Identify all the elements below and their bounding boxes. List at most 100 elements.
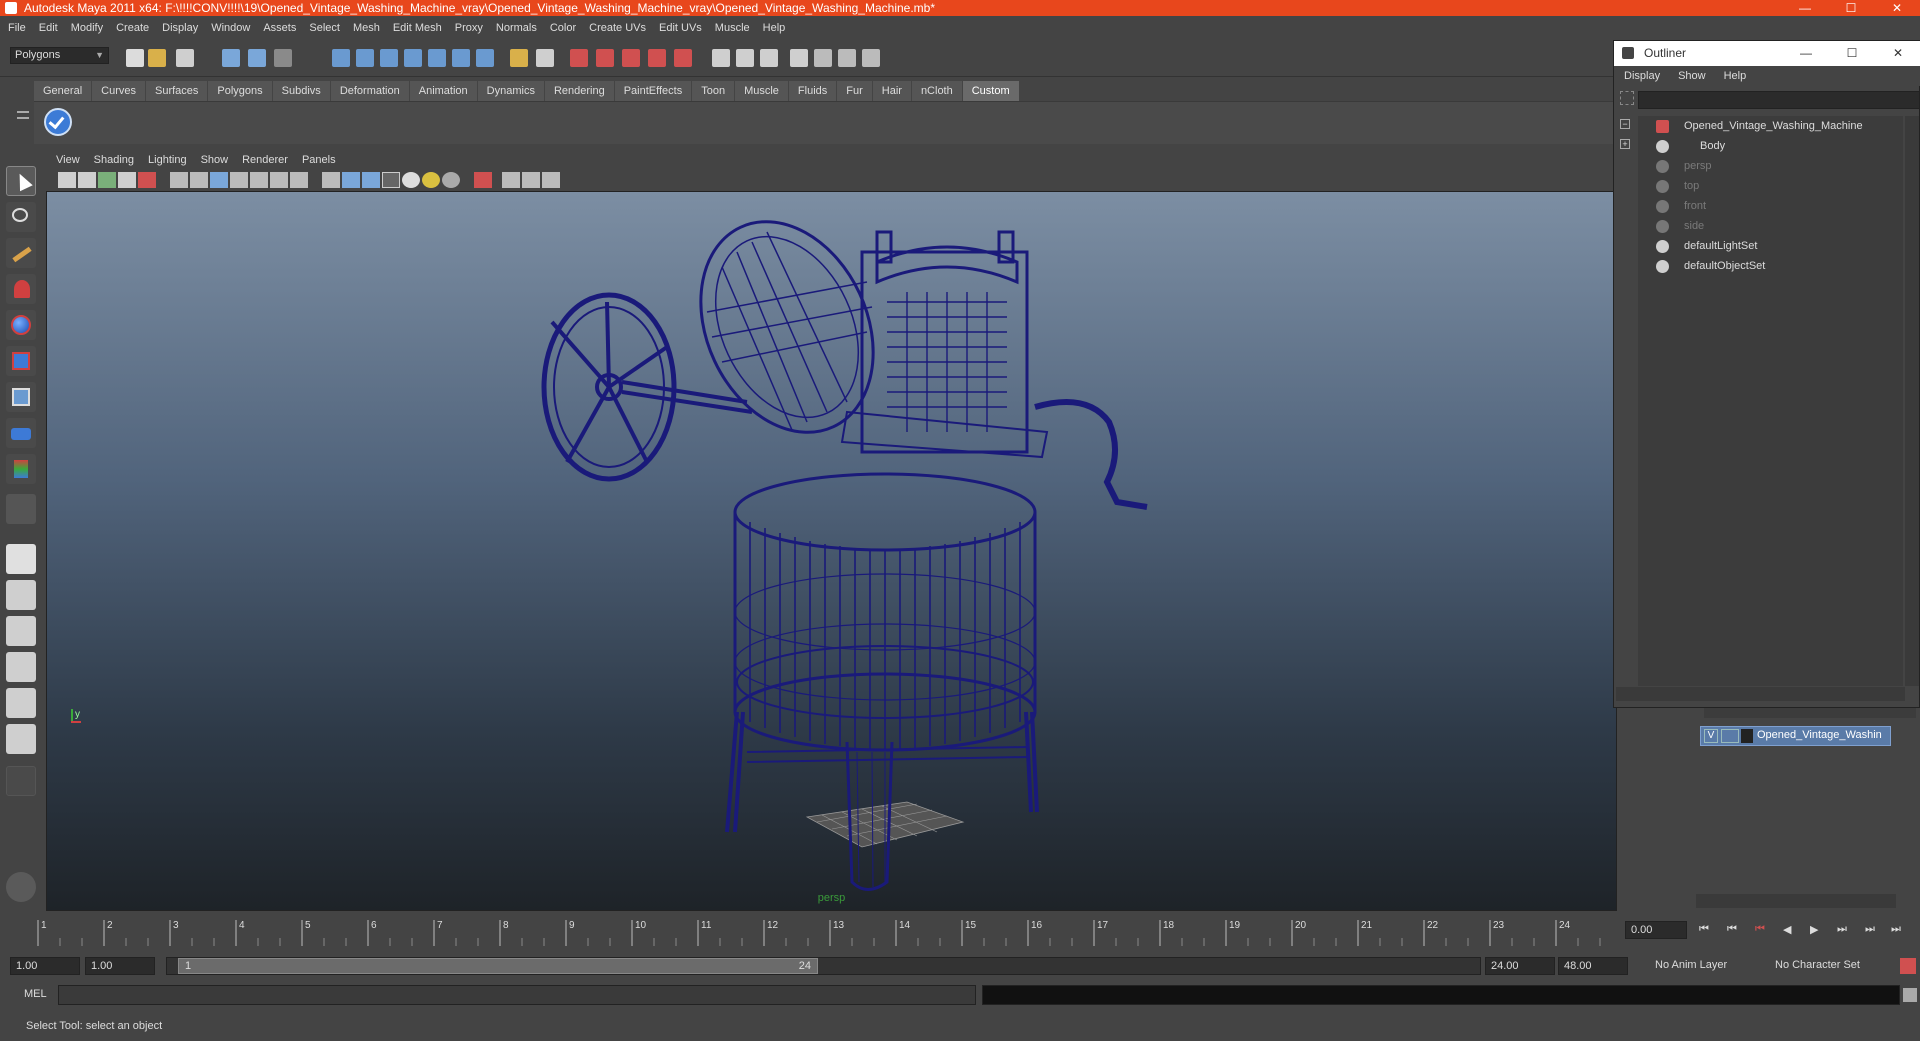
minimize-button[interactable]: — xyxy=(1782,0,1828,16)
textured-icon[interactable] xyxy=(382,172,400,188)
outliner-menu-help[interactable]: Help xyxy=(1724,70,1747,82)
select-tool-icon[interactable] xyxy=(6,166,36,196)
persp-hypershade-layout-icon[interactable] xyxy=(6,688,36,718)
graph-editor-icon[interactable] xyxy=(838,49,856,67)
panel-menu-view[interactable]: View xyxy=(56,154,80,166)
shelf-tab-animation[interactable]: Animation xyxy=(409,81,477,101)
output-ops-icon[interactable] xyxy=(536,49,554,67)
outliner-close-button[interactable]: ✕ xyxy=(1875,41,1920,66)
outliner-item[interactable]: Body xyxy=(1638,136,1903,156)
menu-file[interactable]: File xyxy=(8,22,26,34)
shelf-tab-muscle[interactable]: Muscle xyxy=(735,81,788,101)
animation-start-field[interactable]: 1.00 xyxy=(10,957,80,975)
time-slider[interactable]: 1 2 3 4 5 6 7 8 9 10 11 12 13 14 15 16 17 18 19 20 21 22 23 24 xyxy=(10,916,1620,951)
render-settings-icon[interactable] xyxy=(622,49,640,67)
shelf-handle[interactable] xyxy=(14,81,32,141)
outliner-item[interactable]: Opened_Vintage_Washing_Machine xyxy=(1638,116,1903,136)
shelf-tab-fluids[interactable]: Fluids xyxy=(788,81,837,101)
step-forward-frame-icon[interactable]: ⏭ xyxy=(1837,923,1847,936)
grid-toggle-icon[interactable] xyxy=(170,172,188,188)
film-gate-icon[interactable] xyxy=(190,172,208,188)
step-back-frame-icon[interactable]: ⏮ xyxy=(1755,923,1765,936)
anim-layer-dropdown[interactable]: No Anim Layer xyxy=(1650,957,1760,975)
outliner-item[interactable]: front xyxy=(1638,196,1903,216)
range-handle[interactable]: 1 24 xyxy=(178,958,818,974)
image-plane-icon[interactable] xyxy=(118,172,136,188)
outliner-minimize-button[interactable]: — xyxy=(1783,41,1829,66)
wireframe-icon[interactable] xyxy=(322,172,340,188)
menu-help[interactable]: Help xyxy=(763,22,786,34)
step-forward-key-icon[interactable]: ⏭ xyxy=(1865,923,1875,936)
command-input[interactable] xyxy=(58,985,976,1005)
menu-edit-mesh[interactable]: Edit Mesh xyxy=(393,22,442,34)
menu-create[interactable]: Create xyxy=(116,22,149,34)
rotate-tool-icon[interactable] xyxy=(6,310,36,340)
expand-toggle-icon[interactable]: + xyxy=(1620,139,1630,149)
snap-point-icon[interactable] xyxy=(380,49,398,67)
outliner-horizontal-scrollbar[interactable] xyxy=(1616,687,1905,701)
resolution-gate-icon[interactable] xyxy=(210,172,228,188)
go-to-end-icon[interactable]: ⏭ xyxy=(1891,923,1901,936)
outliner-maximize-button[interactable]: ☐ xyxy=(1829,41,1875,66)
bookmark-icon[interactable] xyxy=(98,172,116,188)
shelf-tab-polygons[interactable]: Polygons xyxy=(208,81,272,101)
shelf-tab-fur[interactable]: Fur xyxy=(837,81,872,101)
menu-modify[interactable]: Modify xyxy=(71,22,103,34)
display-layer-row[interactable]: V Opened_Vintage_Washin xyxy=(1700,726,1891,746)
layout-options-icon[interactable] xyxy=(6,766,36,796)
menu-create-uvs[interactable]: Create UVs xyxy=(589,22,646,34)
play-backwards-icon[interactable]: ◀ xyxy=(1783,923,1791,936)
persp-outliner-layout-icon[interactable] xyxy=(6,616,36,646)
panel-menu-lighting[interactable]: Lighting xyxy=(148,154,187,166)
dope-sheet-icon[interactable] xyxy=(862,49,880,67)
menu-normals[interactable]: Normals xyxy=(496,22,537,34)
animation-end-field[interactable]: 48.00 xyxy=(1558,957,1628,975)
command-language-label[interactable]: MEL xyxy=(24,988,47,1000)
select-component-icon[interactable] xyxy=(274,49,292,67)
field-chart-icon[interactable] xyxy=(250,172,268,188)
persp-graph-layout-icon[interactable] xyxy=(6,652,36,682)
input-ops-icon[interactable] xyxy=(510,49,528,67)
menu-display[interactable]: Display xyxy=(162,22,198,34)
ambient-occlusion-icon[interactable] xyxy=(442,172,460,188)
render-frame-icon[interactable] xyxy=(570,49,588,67)
filter-icon[interactable] xyxy=(1620,91,1634,105)
outliner-item[interactable]: defaultObjectSet xyxy=(1638,256,1903,276)
shelf-tab-rendering[interactable]: Rendering xyxy=(544,81,614,101)
four-view-layout-icon[interactable] xyxy=(6,580,36,610)
select-object-icon[interactable] xyxy=(248,49,266,67)
xray-icon[interactable] xyxy=(502,172,520,188)
menu-edit-uvs[interactable]: Edit UVs xyxy=(659,22,702,34)
collapse-toggle-icon[interactable]: − xyxy=(1620,119,1630,129)
channel-box-icon[interactable] xyxy=(760,49,778,67)
menu-window[interactable]: Window xyxy=(211,22,250,34)
shelf-tab-toon[interactable]: Toon xyxy=(692,81,735,101)
save-scene-icon[interactable] xyxy=(176,49,194,67)
menu-muscle[interactable]: Muscle xyxy=(715,22,750,34)
wireframe-on-shaded-icon[interactable] xyxy=(362,172,380,188)
shelf-tab-dynamics[interactable]: Dynamics xyxy=(477,81,544,101)
outliner-item[interactable]: persp xyxy=(1638,156,1903,176)
layer-color-swatch[interactable] xyxy=(1741,729,1753,743)
xray-joints-icon[interactable] xyxy=(522,172,540,188)
grease-pencil-icon[interactable] xyxy=(138,172,156,188)
layer-type-toggle[interactable] xyxy=(1721,729,1739,743)
camera-attributes-icon[interactable] xyxy=(78,172,96,188)
perspective-viewport[interactable]: y persp xyxy=(46,191,1617,911)
safe-title-icon[interactable] xyxy=(290,172,308,188)
snap-grid-icon[interactable] xyxy=(332,49,350,67)
shelf-tab-ncloth[interactable]: nCloth xyxy=(911,81,962,101)
single-perspective-layout-icon[interactable] xyxy=(6,544,36,574)
gate-mask-icon[interactable] xyxy=(230,172,248,188)
paint-select-tool-icon[interactable] xyxy=(6,238,36,268)
menu-proxy[interactable]: Proxy xyxy=(455,22,483,34)
shelf-tab-surfaces[interactable]: Surfaces xyxy=(145,81,208,101)
safe-action-icon[interactable] xyxy=(270,172,288,188)
use-all-lights-icon[interactable] xyxy=(402,172,420,188)
character-set-dropdown[interactable]: No Character Set xyxy=(1770,957,1880,975)
snap-plane-icon[interactable] xyxy=(404,49,422,67)
open-scene-icon[interactable] xyxy=(148,49,166,67)
isolate-select-icon[interactable] xyxy=(474,172,492,188)
maximize-button[interactable]: ☐ xyxy=(1828,0,1874,16)
outliner-item[interactable]: top xyxy=(1638,176,1903,196)
